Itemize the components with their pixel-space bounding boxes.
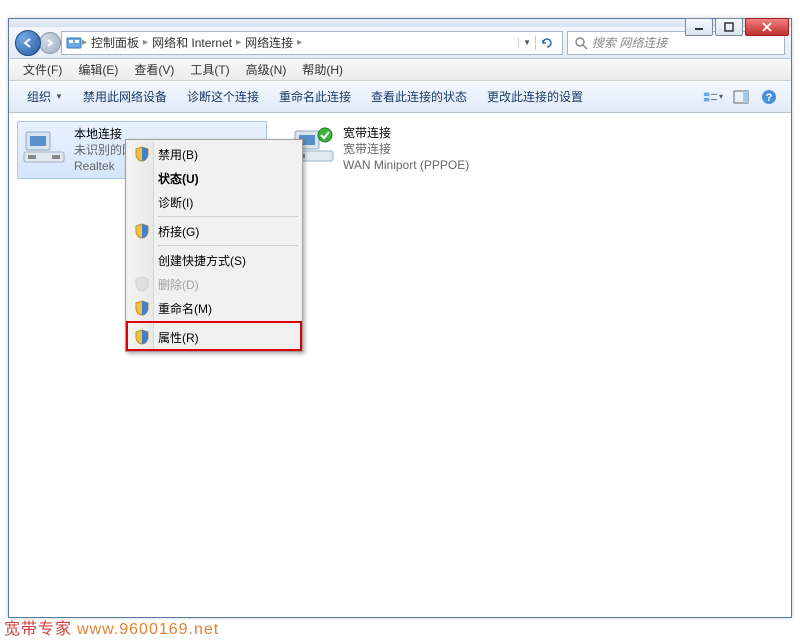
refresh-icon bbox=[540, 36, 554, 50]
shield-icon bbox=[134, 276, 150, 292]
help-icon: ? bbox=[761, 89, 777, 105]
arrow-right-icon bbox=[45, 38, 55, 48]
toolbar: 组织 ▼ 禁用此网络设备 诊断这个连接 重命名此连接 查看此连接的状态 更改此连… bbox=[9, 81, 791, 113]
address-dropdown[interactable]: ▼ bbox=[518, 38, 535, 47]
watermark: 宽带专家 www.9600169.net bbox=[4, 615, 219, 639]
menu-view[interactable]: 查看(V) bbox=[126, 59, 182, 80]
connection-broadband[interactable]: 宽带连接 宽带连接 WAN Miniport (PPPOE) bbox=[287, 121, 537, 177]
connection-device: WAN Miniport (PPPOE) bbox=[343, 157, 469, 173]
menu-label: 禁用(B) bbox=[158, 146, 198, 163]
context-menu: 禁用(B) 状态(U) 诊断(I) 桥接(G) 创建快捷方式(S) 删除(D) bbox=[125, 139, 303, 352]
menu-label: 桥接(G) bbox=[158, 223, 199, 240]
menu-separator bbox=[158, 322, 298, 323]
content-area: 本地连接 未识别的网络 Realtek 宽带连接 宽带连接 WAN Minipo… bbox=[9, 113, 791, 617]
toolbar-status[interactable]: 查看此连接的状态 bbox=[361, 84, 477, 109]
shield-icon bbox=[134, 329, 150, 345]
connection-text: 宽带连接 宽带连接 WAN Miniport (PPPOE) bbox=[343, 125, 469, 173]
menu-disable[interactable]: 禁用(B) bbox=[128, 142, 300, 166]
chevron-down-icon: ▾ bbox=[719, 92, 723, 101]
breadcrumb-item[interactable]: 网络连接 bbox=[241, 34, 297, 51]
menu-tools[interactable]: 工具(T) bbox=[182, 59, 237, 80]
menu-properties[interactable]: 属性(R) bbox=[128, 325, 300, 349]
search-placeholder: 搜索 网络连接 bbox=[592, 34, 667, 51]
maximize-button[interactable] bbox=[715, 18, 743, 36]
menu-status[interactable]: 状态(U) bbox=[128, 166, 300, 190]
menu-help[interactable]: 帮助(H) bbox=[294, 59, 351, 80]
network-adapter-icon bbox=[22, 126, 66, 166]
close-button[interactable] bbox=[745, 18, 789, 36]
nav-buttons bbox=[15, 30, 57, 56]
menu-edit[interactable]: 编辑(E) bbox=[70, 59, 126, 80]
organize-label: 组织 bbox=[27, 88, 51, 105]
menu-shortcut[interactable]: 创建快捷方式(S) bbox=[128, 248, 300, 272]
chevron-down-icon: ▼ bbox=[523, 38, 531, 47]
toolbar-diagnose[interactable]: 诊断这个连接 bbox=[177, 84, 269, 109]
chevron-right-icon: ▸ bbox=[297, 37, 302, 48]
chevron-down-icon: ▼ bbox=[55, 92, 63, 101]
minimize-icon bbox=[694, 22, 704, 32]
connection-title: 宽带连接 bbox=[343, 125, 469, 141]
menu-label: 创建快捷方式(S) bbox=[158, 252, 246, 269]
address-bar[interactable]: ▸ 控制面板 ▸ 网络和 Internet ▸ 网络连接 ▸ ▼ bbox=[61, 31, 563, 55]
connection-status: 宽带连接 bbox=[343, 141, 469, 157]
organize-button[interactable]: 组织 ▼ bbox=[17, 84, 73, 109]
menu-separator bbox=[158, 245, 298, 246]
toolbar-disable[interactable]: 禁用此网络设备 bbox=[73, 84, 177, 109]
window-buttons bbox=[685, 18, 789, 36]
highlight-box bbox=[126, 321, 302, 351]
help-button[interactable]: ? bbox=[759, 87, 779, 107]
breadcrumb-item[interactable]: 控制面板 bbox=[87, 34, 143, 51]
menu-rename[interactable]: 重命名(M) bbox=[128, 296, 300, 320]
menu-diagnose[interactable]: 诊断(I) bbox=[128, 190, 300, 214]
toolbar-rename[interactable]: 重命名此连接 bbox=[269, 84, 361, 109]
back-button[interactable] bbox=[15, 30, 41, 56]
forward-button[interactable] bbox=[39, 32, 61, 54]
menu-label: 重命名(M) bbox=[158, 300, 212, 317]
control-panel-icon bbox=[66, 35, 82, 51]
menu-delete: 删除(D) bbox=[128, 272, 300, 296]
svg-text:?: ? bbox=[766, 92, 773, 104]
shield-icon bbox=[134, 223, 150, 239]
close-icon bbox=[761, 22, 773, 32]
menu-label: 删除(D) bbox=[158, 276, 199, 293]
view-options-button[interactable]: ▾ bbox=[703, 87, 723, 107]
preview-icon bbox=[733, 90, 749, 104]
menu-bar: 文件(F) 编辑(E) 查看(V) 工具(T) 高级(N) 帮助(H) bbox=[9, 59, 791, 81]
menu-label: 诊断(I) bbox=[158, 194, 193, 211]
preview-pane-button[interactable] bbox=[731, 87, 751, 107]
search-icon bbox=[574, 36, 588, 50]
arrow-left-icon bbox=[22, 37, 34, 49]
explorer-window: ▸ 控制面板 ▸ 网络和 Internet ▸ 网络连接 ▸ ▼ 搜索 网络连接… bbox=[8, 18, 792, 618]
watermark-text: 宽带专家 bbox=[4, 621, 72, 638]
shield-icon bbox=[134, 300, 150, 316]
view-icon bbox=[703, 90, 719, 104]
watermark-url: www.9600169.net bbox=[77, 621, 219, 638]
menu-separator bbox=[158, 216, 298, 217]
refresh-button[interactable] bbox=[535, 36, 558, 50]
toolbar-settings[interactable]: 更改此连接的设置 bbox=[477, 84, 593, 109]
menu-bridge[interactable]: 桥接(G) bbox=[128, 219, 300, 243]
menu-label: 状态(U) bbox=[158, 170, 199, 187]
menu-advanced[interactable]: 高级(N) bbox=[238, 59, 295, 80]
breadcrumb-item[interactable]: 网络和 Internet bbox=[148, 34, 236, 51]
menu-label: 属性(R) bbox=[158, 329, 199, 346]
minimize-button[interactable] bbox=[685, 18, 713, 36]
breadcrumb-label: 控制面板 bbox=[91, 34, 139, 51]
menu-file[interactable]: 文件(F) bbox=[15, 59, 70, 80]
shield-icon bbox=[134, 146, 150, 162]
address-row: ▸ 控制面板 ▸ 网络和 Internet ▸ 网络连接 ▸ ▼ 搜索 网络连接 bbox=[9, 27, 791, 59]
maximize-icon bbox=[724, 22, 734, 32]
title-bar bbox=[9, 19, 791, 27]
breadcrumb-label: 网络连接 bbox=[245, 34, 293, 51]
breadcrumb-label: 网络和 Internet bbox=[152, 34, 232, 51]
